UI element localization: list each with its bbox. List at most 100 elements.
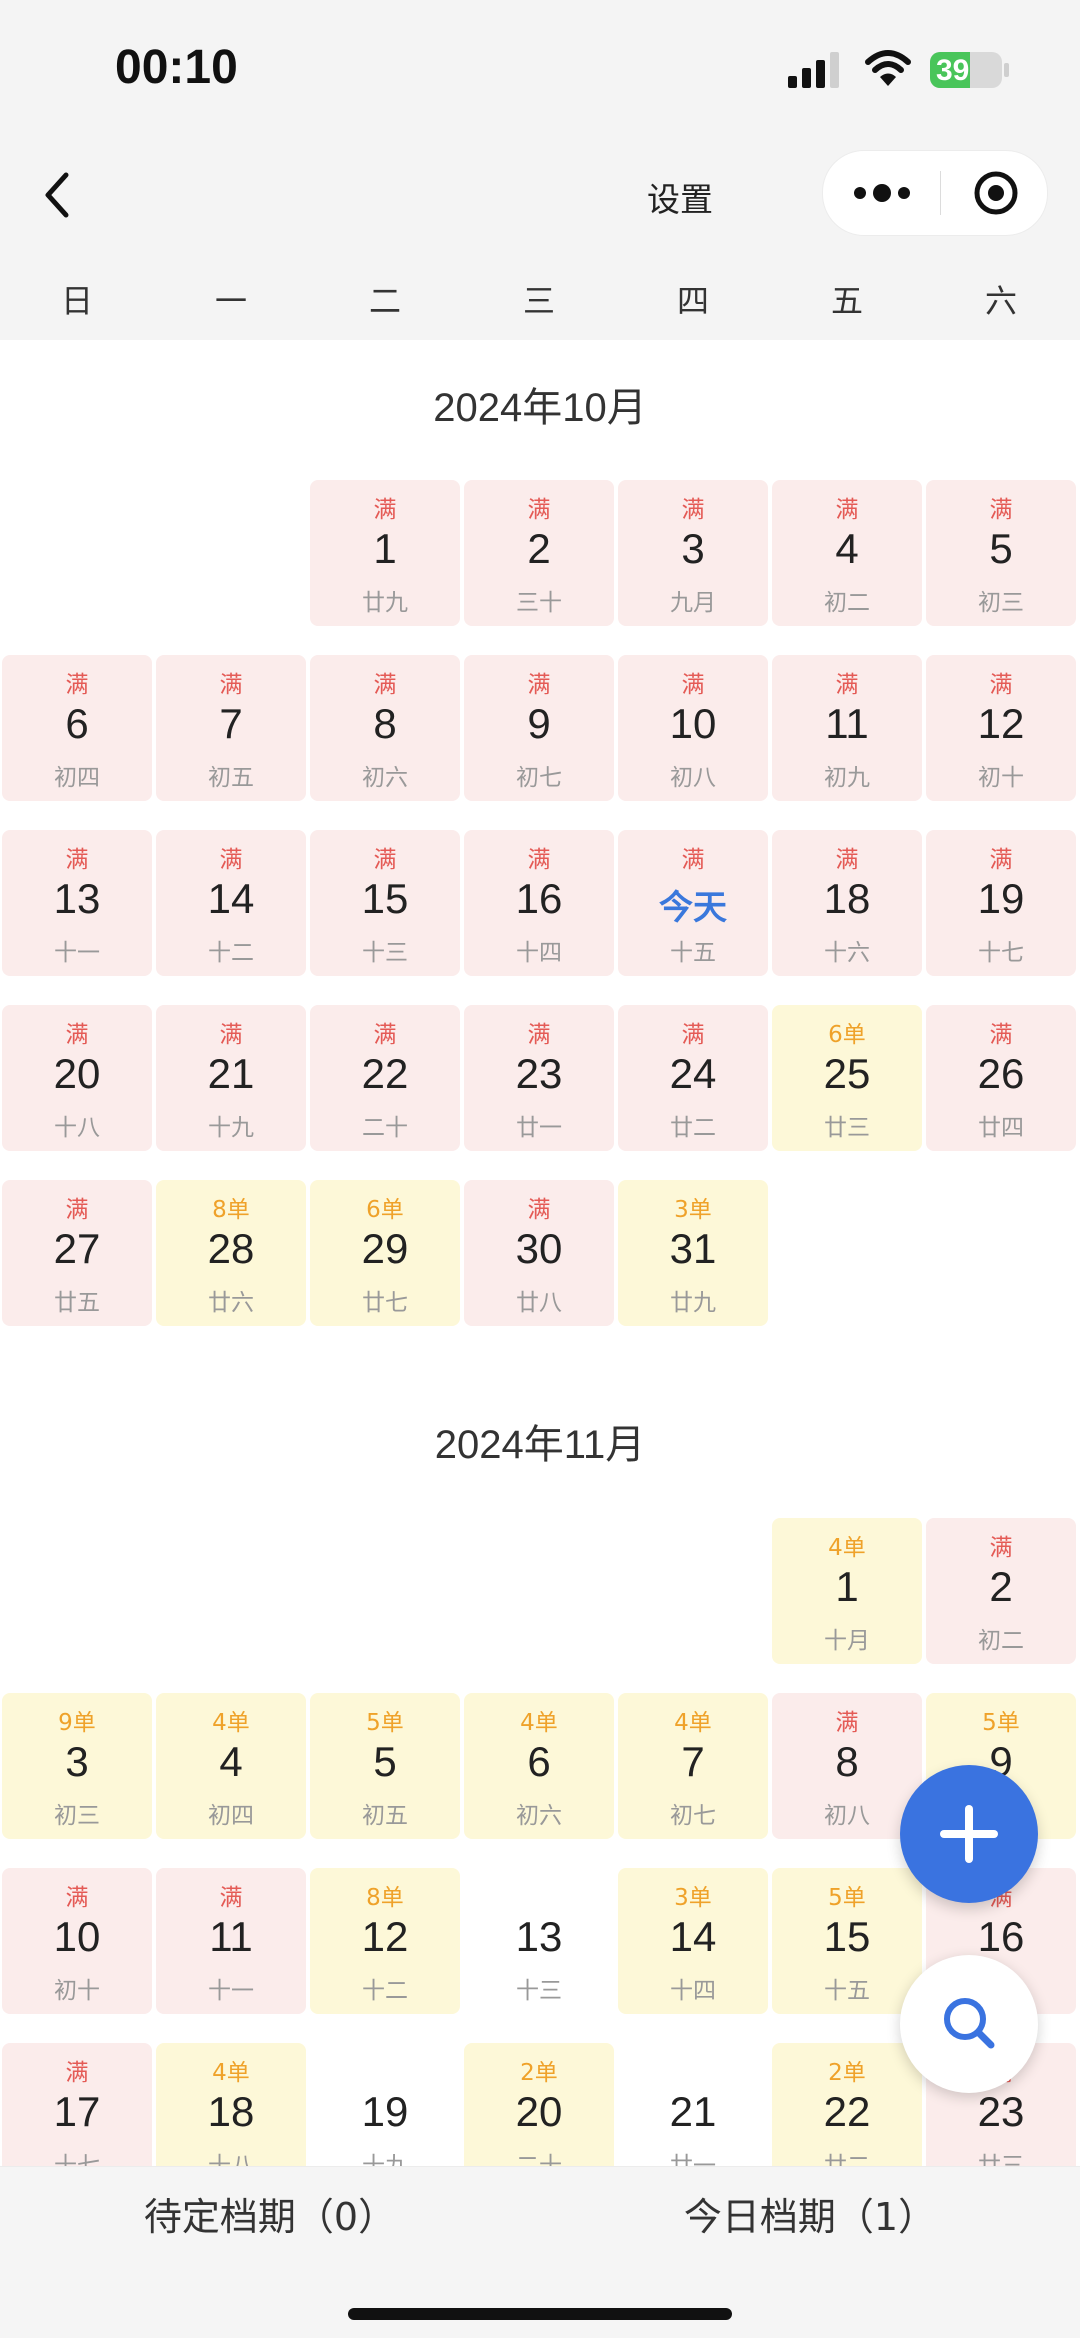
calendar-day[interactable]: 满 23 廿一 — [464, 1005, 614, 1151]
calendar-day[interactable]: 满 4 初二 — [772, 480, 922, 626]
battery-tip — [1004, 63, 1009, 77]
calendar-day[interactable]: 19 十九 — [310, 2043, 460, 2166]
day-status: 3单 — [674, 1885, 712, 1911]
calendar-day[interactable]: 4单 1 十月 — [772, 1518, 922, 1664]
calendar-day[interactable]: 2单 22 廿二 — [772, 2043, 922, 2166]
capsule-divider — [940, 171, 941, 215]
calendar-day[interactable]: 满 27 廿五 — [2, 1180, 152, 1326]
day-status: 4单 — [828, 1535, 866, 1561]
pending-schedule-tab[interactable]: 待定档期（0） — [0, 2167, 540, 2267]
lunar-date: 廿一 — [516, 1115, 562, 1141]
calendar-day[interactable]: 满 10 初八 — [618, 655, 768, 801]
add-button[interactable] — [900, 1765, 1038, 1903]
status-bar: 00:10 39 — [0, 0, 1080, 140]
today-schedule-tab[interactable]: 今日档期（1） — [540, 2167, 1080, 2267]
day-number: 3 — [65, 1738, 89, 1785]
calendar-day[interactable]: 3单 31 廿九 — [618, 1180, 768, 1326]
day-status: 满 — [527, 497, 551, 523]
calendar-day[interactable]: 满 22 二十 — [310, 1005, 460, 1151]
lunar-date: 十二 — [362, 1978, 408, 2004]
cellular-signal-icon — [788, 52, 839, 88]
more-dots-icon[interactable] — [853, 179, 911, 207]
calendar-day[interactable]: 满 2 三十 — [464, 480, 614, 626]
calendar-day[interactable]: 4单 18 十八 — [156, 2043, 306, 2166]
calendar-day[interactable]: 满 14 十二 — [156, 830, 306, 976]
nav-bar: 设置 — [0, 140, 1080, 258]
lunar-date: 初十 — [54, 1978, 100, 2004]
calendar-day[interactable]: 满 11 十一 — [156, 1868, 306, 2014]
calendar-day[interactable]: 3单 14 十四 — [618, 1868, 768, 2014]
search-button[interactable] — [900, 1955, 1038, 2093]
calendar-day[interactable]: 满 9 初七 — [464, 655, 614, 801]
calendar-day[interactable]: 满 26 廿四 — [926, 1005, 1076, 1151]
day-number: 25 — [823, 1050, 871, 1097]
day-number: 7 — [219, 700, 243, 747]
calendar-day[interactable]: 满 8 初六 — [310, 655, 460, 801]
day-number: 9 — [527, 700, 551, 747]
day-status: 满 — [835, 847, 859, 873]
day-number: 13 — [53, 875, 101, 922]
calendar-day[interactable]: 满 13 十一 — [2, 830, 152, 976]
calendar-day[interactable]: 满 30 廿八 — [464, 1180, 614, 1326]
calendar-day[interactable]: 6单 25 廿三 — [772, 1005, 922, 1151]
calendar-day[interactable]: 满 8 初八 — [772, 1693, 922, 1839]
calendar-day[interactable]: 8单 12 十二 — [310, 1868, 460, 2014]
day-number: 12 — [977, 700, 1025, 747]
weekday-label: 六 — [984, 282, 1017, 320]
calendar-scroll[interactable]: 2024年10月满 1 廿九满 2 三十满 3 九月满 4 初二满 5 初三满 6 初四满 7 初五满 8 初六… — [0, 340, 1080, 2166]
day-number: 10 — [53, 1913, 101, 1960]
lunar-date: 十六 — [824, 940, 870, 966]
calendar-day[interactable]: 9单 3 初三 — [2, 1693, 152, 1839]
calendar-day[interactable]: 满 15 十三 — [310, 830, 460, 976]
day-status: 9单 — [58, 1710, 96, 1736]
day-status: 满 — [219, 1885, 243, 1911]
calendar-day[interactable]: 满 16 十四 — [464, 830, 614, 976]
calendar-day[interactable]: 满 3 九月 — [618, 480, 768, 626]
day-number: 31 — [669, 1225, 717, 1272]
back-arrow-icon[interactable] — [38, 165, 78, 225]
calendar-day[interactable]: 13 十三 — [464, 1868, 614, 2014]
mini-program-capsule — [822, 150, 1048, 236]
lunar-date: 十月 — [824, 1628, 870, 1654]
lunar-date: 初三 — [978, 590, 1024, 616]
lunar-date: 十一 — [54, 940, 100, 966]
lunar-date: 初八 — [670, 765, 716, 791]
calendar-day[interactable]: 满 1 廿九 — [310, 480, 460, 626]
calendar-day[interactable]: 4单 6 初六 — [464, 1693, 614, 1839]
day-status: 满 — [219, 672, 243, 698]
calendar-day[interactable]: 满 17 十七 — [2, 2043, 152, 2166]
calendar-day[interactable]: 8单 28 廿六 — [156, 1180, 306, 1326]
calendar-day[interactable]: 6单 29 廿七 — [310, 1180, 460, 1326]
weekday-label: 五 — [830, 282, 863, 320]
day-status: 满 — [835, 1710, 859, 1736]
calendar-day[interactable]: 满 24 廿二 — [618, 1005, 768, 1151]
calendar-day[interactable]: 满 11 初九 — [772, 655, 922, 801]
calendar-day[interactable]: 满 2 初二 — [926, 1518, 1076, 1664]
calendar-day[interactable]: 4单 4 初四 — [156, 1693, 306, 1839]
lunar-date: 十九 — [208, 1115, 254, 1141]
calendar-day[interactable]: 5单 15 十五 — [772, 1868, 922, 2014]
wifi-icon — [865, 50, 911, 86]
day-status: 满 — [527, 1022, 551, 1048]
calendar-day[interactable]: 满 21 十九 — [156, 1005, 306, 1151]
calendar-day[interactable]: 满 5 初三 — [926, 480, 1076, 626]
calendar-day[interactable]: 满 12 初十 — [926, 655, 1076, 801]
calendar-day[interactable]: 满 18 十六 — [772, 830, 922, 976]
calendar-day[interactable]: 5单 5 初五 — [310, 1693, 460, 1839]
calendar-day[interactable]: 满 10 初十 — [2, 1868, 152, 2014]
calendar-day[interactable]: 满 19 十七 — [926, 830, 1076, 976]
lunar-date: 廿三 — [978, 2153, 1024, 2166]
calendar-day[interactable]: 满 20 十八 — [2, 1005, 152, 1151]
calendar-day[interactable]: 21 廿一 — [618, 2043, 768, 2166]
lunar-date: 三十 — [516, 590, 562, 616]
close-target-icon[interactable] — [973, 170, 1019, 216]
calendar-day[interactable]: 2单 20 二十 — [464, 2043, 614, 2166]
calendar-day[interactable]: 4单 7 初七 — [618, 1693, 768, 1839]
day-status: 5单 — [982, 1710, 1020, 1736]
lunar-date: 十四 — [516, 940, 562, 966]
lunar-date: 二十 — [516, 2153, 562, 2166]
calendar-day[interactable]: 满今天 十五 — [618, 830, 768, 976]
calendar-day[interactable]: 满 7 初五 — [156, 655, 306, 801]
calendar-day[interactable]: 满 6 初四 — [2, 655, 152, 801]
day-number: 15 — [823, 1913, 871, 1960]
